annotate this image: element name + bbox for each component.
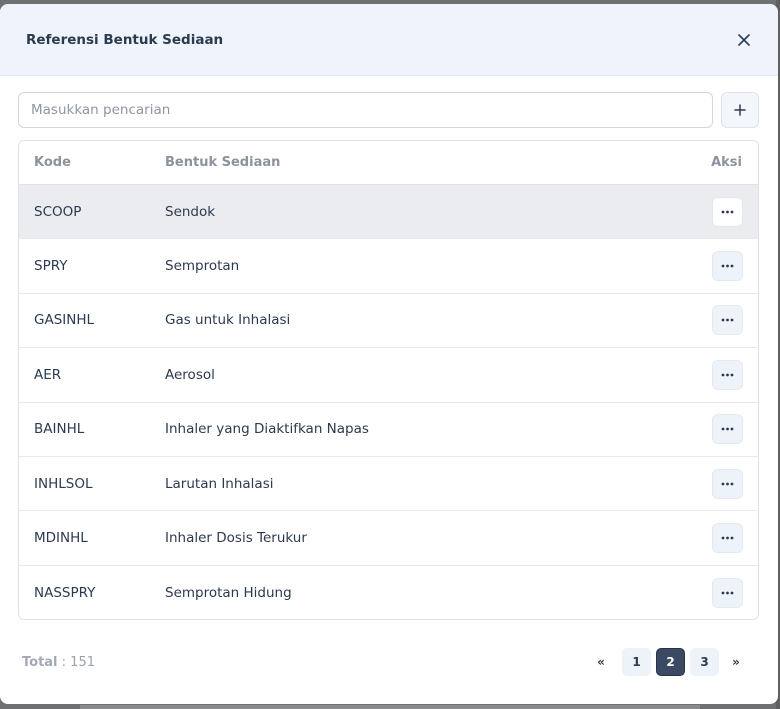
row-actions-button[interactable] (712, 523, 743, 554)
last-page-button[interactable]: » (722, 648, 750, 676)
more-horizontal-icon (721, 482, 734, 486)
cell-bentuk-sediaan: Semprotan Hidung (165, 584, 292, 601)
column-header-kode[interactable]: Kode (34, 141, 71, 184)
total-separator: : (57, 654, 71, 670)
close-icon (738, 33, 750, 46)
total-count: Total : 151 (22, 648, 95, 676)
search-input[interactable] (18, 92, 713, 128)
cell-bentuk-sediaan: Inhaler yang Diaktifkan Napas (165, 421, 369, 438)
cell-kode: SPRY (34, 258, 68, 275)
column-header-bentuk-sediaan[interactable]: Bentuk Sediaan (165, 141, 280, 184)
backdrop-bottom (80, 705, 700, 709)
more-horizontal-icon (721, 210, 734, 214)
cell-bentuk-sediaan: Gas untuk Inhalasi (165, 312, 291, 329)
table-row[interactable]: AER Aerosol (19, 348, 758, 403)
cell-kode: SCOOP (34, 203, 82, 220)
more-horizontal-icon (721, 319, 734, 322)
row-actions-button[interactable] (712, 305, 743, 336)
pagination: « 1 2 3 » (587, 648, 750, 676)
row-actions-button[interactable] (712, 468, 743, 499)
column-header-aksi: Aksi (711, 155, 742, 170)
page-button-1[interactable]: 1 (622, 648, 651, 676)
modal-title: Referensi Bentuk Sediaan (26, 31, 224, 48)
cell-kode: GASINHL (34, 312, 95, 329)
reference-modal: Referensi Bentuk Sediaan Kode Bentuk Sed… (0, 4, 778, 704)
cell-kode: NASSPRY (34, 584, 96, 601)
table-row[interactable]: BAINHL Inhaler yang Diaktifkan Napas (19, 403, 758, 457)
row-actions-button[interactable] (712, 414, 743, 445)
cell-kode: BAINHL (34, 421, 85, 438)
table-header: Kode Bentuk Sediaan Aksi (19, 141, 758, 185)
cell-bentuk-sediaan: Semprotan (165, 258, 240, 275)
plus-icon (734, 104, 746, 116)
cell-bentuk-sediaan: Inhaler Dosis Terukur (165, 530, 307, 547)
cell-bentuk-sediaan: Larutan Inhalasi (165, 475, 274, 492)
table-row[interactable]: MDINHL Inhaler Dosis Terukur (19, 511, 758, 566)
row-actions-button[interactable] (712, 196, 743, 227)
data-table: Kode Bentuk Sediaan Aksi SCOOP Sendok SPRY… (18, 140, 759, 620)
more-horizontal-icon (721, 427, 734, 431)
page-button-3[interactable]: 3 (690, 648, 719, 676)
cell-bentuk-sediaan: Sendok (165, 203, 216, 220)
table-row[interactable]: SPRY Semprotan (19, 239, 758, 294)
search-row (18, 92, 759, 128)
first-page-button[interactable]: « (587, 648, 615, 676)
row-actions-button[interactable] (712, 251, 743, 282)
total-value: 151 (70, 654, 95, 670)
add-button[interactable] (721, 92, 759, 128)
more-horizontal-icon (721, 264, 734, 268)
more-horizontal-icon (721, 536, 734, 540)
cell-kode: MDINHL (34, 530, 88, 547)
total-label: Total (22, 654, 58, 670)
row-actions-button[interactable] (712, 577, 743, 608)
table-body: SCOOP Sendok SPRY Semprotan GASINHL Gas untuk… (19, 185, 758, 619)
modal-header: Referensi Bentuk Sediaan (0, 4, 778, 76)
table-row[interactable]: SCOOP Sendok (19, 185, 758, 240)
table-row[interactable]: INHLSOL Larutan Inhalasi (19, 457, 758, 512)
cell-kode: AER (34, 366, 62, 383)
row-actions-button[interactable] (712, 359, 743, 390)
close-button[interactable] (732, 28, 756, 52)
cell-bentuk-sediaan: Aerosol (165, 366, 215, 383)
more-horizontal-icon (721, 373, 734, 377)
page-button-2[interactable]: 2 (656, 648, 685, 676)
table-footer: Total : 151 « 1 2 3 » (22, 648, 750, 676)
table-row[interactable]: NASSPRY Semprotan Hidung (19, 566, 758, 619)
cell-kode: INHLSOL (34, 475, 93, 492)
more-horizontal-icon (721, 591, 734, 595)
table-row[interactable]: GASINHL Gas untuk Inhalasi (19, 294, 758, 349)
